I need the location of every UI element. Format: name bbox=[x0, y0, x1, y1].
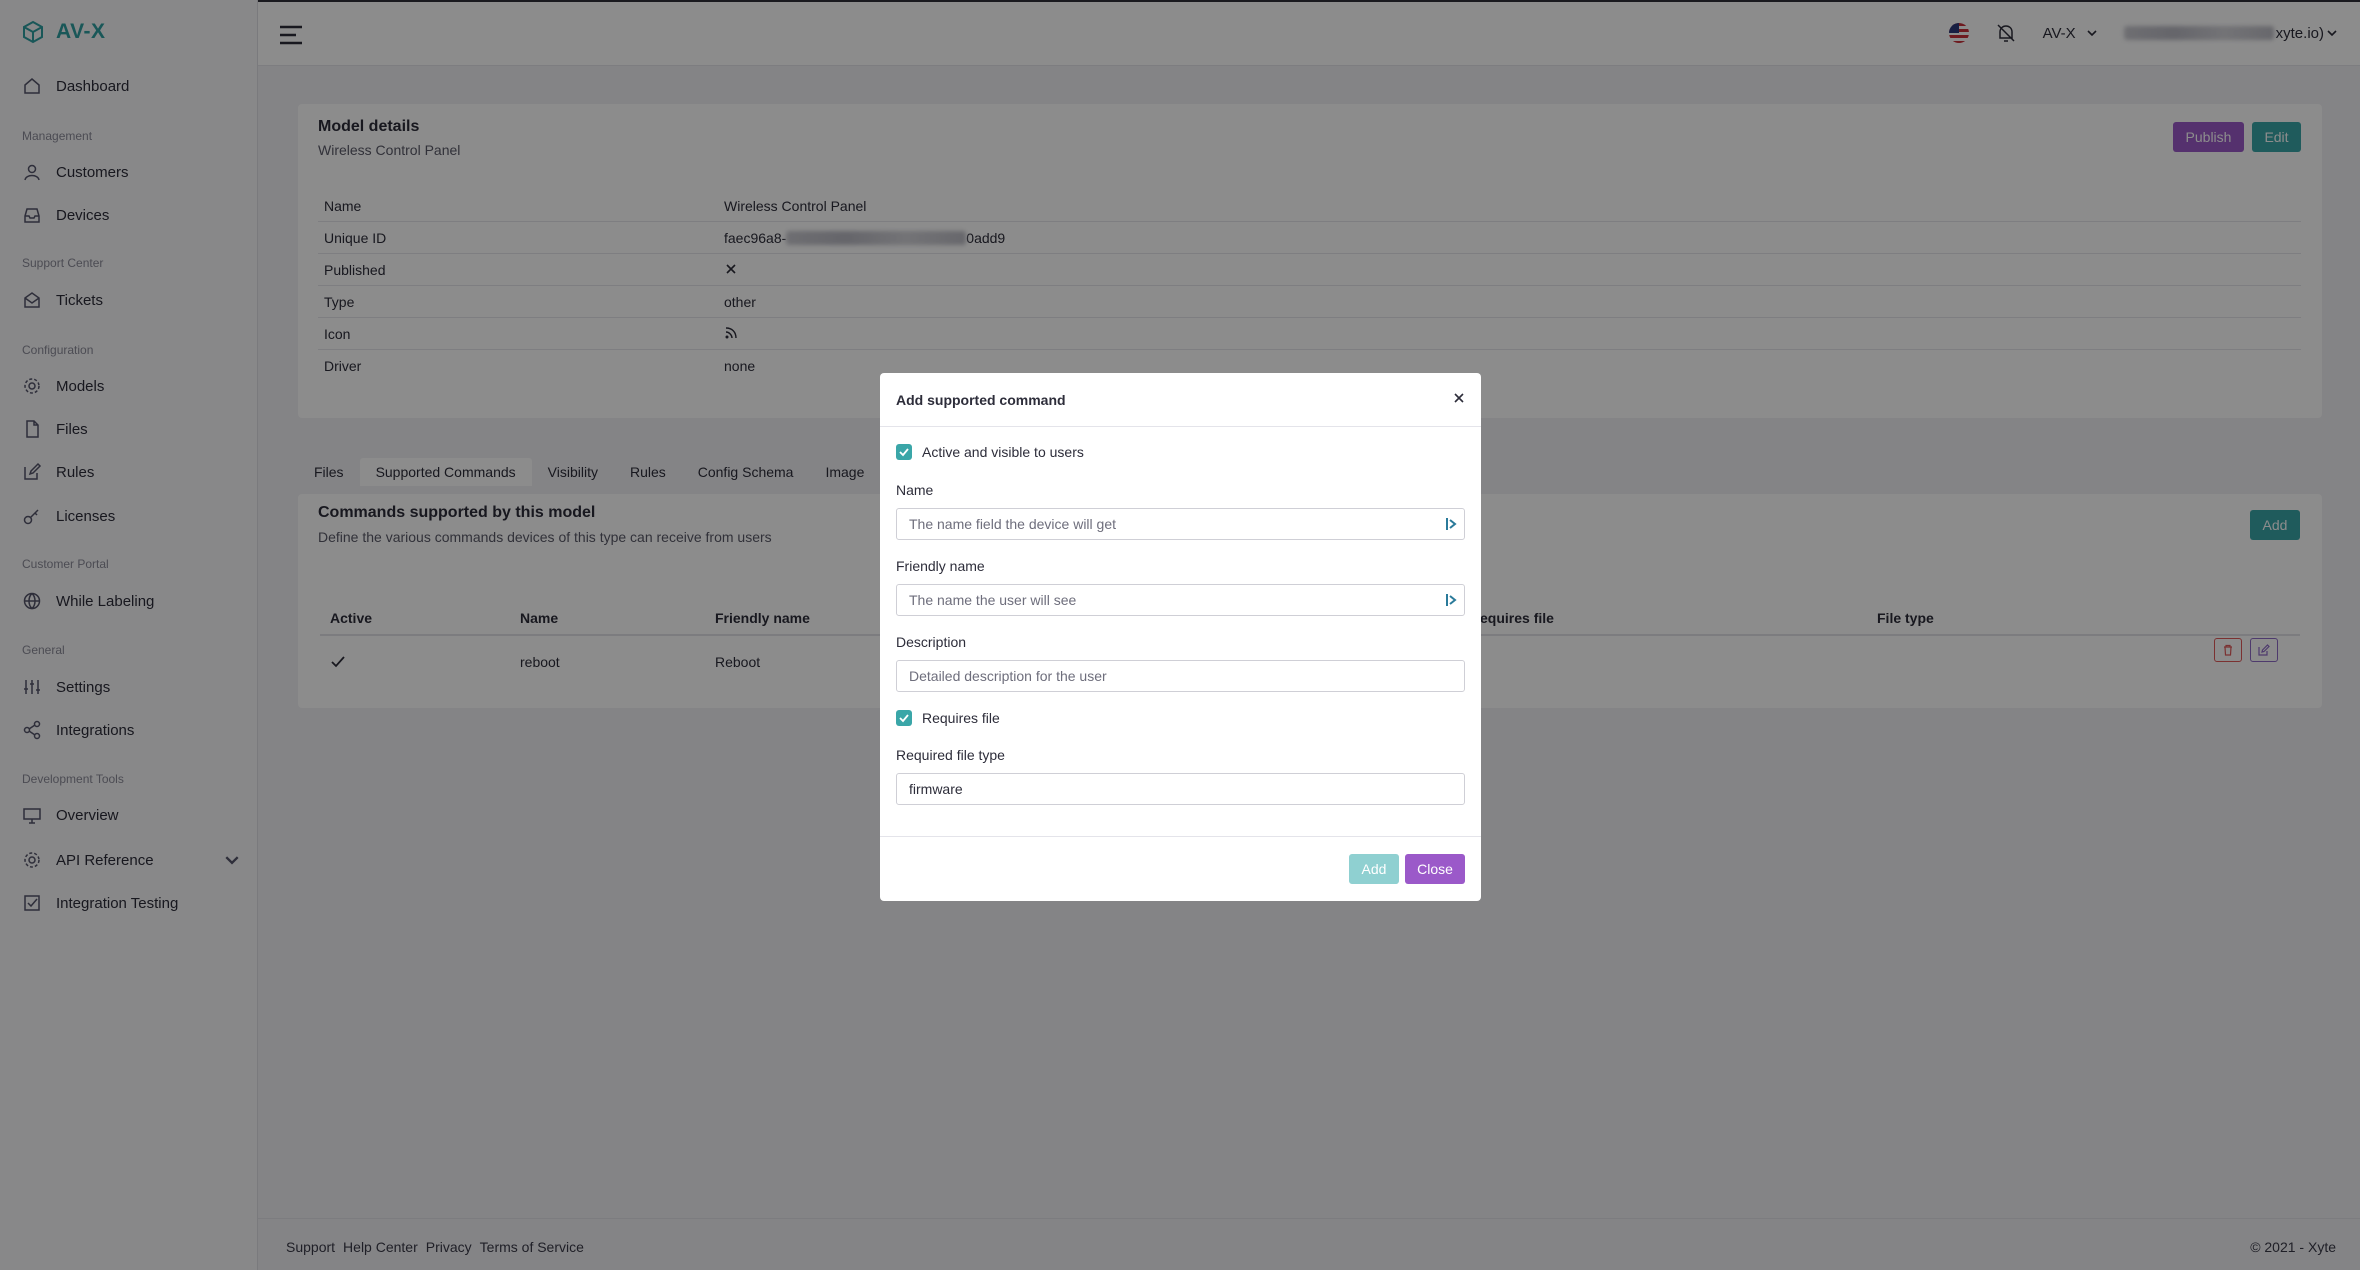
friendly-name-input[interactable] bbox=[896, 584, 1465, 616]
name-input[interactable] bbox=[896, 508, 1465, 540]
close-button[interactable]: Close bbox=[1405, 854, 1465, 884]
modal-footer: Add Close bbox=[880, 836, 1481, 901]
requires-file-label: Requires file bbox=[922, 710, 1000, 726]
add-button[interactable]: Add bbox=[1349, 854, 1399, 884]
add-command-modal: Add supported command Active and visible… bbox=[880, 373, 1481, 901]
requires-file-checkbox[interactable] bbox=[896, 710, 912, 726]
active-checkbox[interactable] bbox=[896, 444, 912, 460]
modal-header: Add supported command bbox=[880, 373, 1481, 427]
password-manager-icon[interactable] bbox=[1445, 592, 1457, 608]
close-icon[interactable] bbox=[1451, 390, 1467, 406]
description-input[interactable] bbox=[896, 660, 1465, 692]
password-manager-icon[interactable] bbox=[1445, 516, 1457, 532]
file-type-input[interactable] bbox=[896, 773, 1465, 805]
friendly-name-label: Friendly name bbox=[896, 558, 985, 574]
description-label: Description bbox=[896, 634, 967, 650]
active-checkbox-label: Active and visible to users bbox=[922, 444, 1084, 460]
check-icon bbox=[899, 714, 909, 723]
file-type-label: Required file type bbox=[896, 747, 1005, 763]
modal-title: Add supported command bbox=[896, 392, 1066, 408]
check-icon bbox=[899, 448, 909, 457]
requires-file-checkbox-row[interactable]: Requires file bbox=[896, 710, 1000, 726]
active-checkbox-row[interactable]: Active and visible to users bbox=[896, 444, 1084, 460]
name-label: Name bbox=[896, 482, 934, 498]
